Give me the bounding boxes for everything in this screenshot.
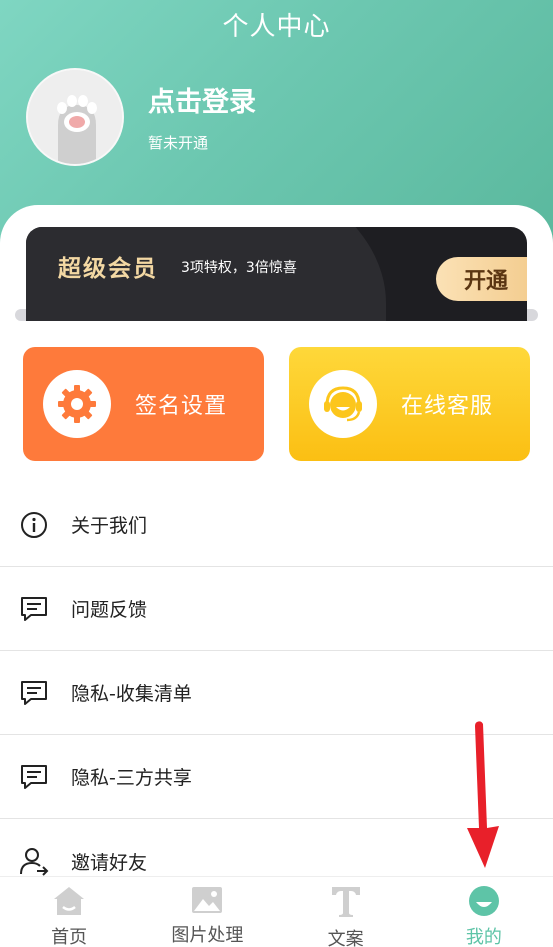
comment-icon: [19, 594, 49, 624]
tile-label: 在线客服: [401, 394, 494, 419]
avatar[interactable]: [26, 68, 124, 166]
red-arrow-annotation: [467, 721, 499, 868]
membership-status: 暂未开通: [148, 134, 209, 152]
tab-label: 文案: [327, 929, 364, 947]
image-icon: [190, 885, 224, 915]
menu-item-about[interactable]: 关于我们: [0, 483, 553, 567]
comment-icon: [19, 762, 49, 792]
cat-paw-icon: [28, 70, 122, 164]
text-icon: [329, 885, 363, 919]
login-link[interactable]: 点击登录: [148, 80, 256, 119]
headset-icon: [309, 370, 377, 438]
menu-label: 隐私-收集清单: [71, 683, 192, 705]
tab-home[interactable]: 首页: [0, 877, 138, 947]
home-icon: [52, 885, 86, 917]
vip-description: 3项特权，3倍惊喜: [181, 260, 297, 276]
bottom-tab-bar: 首页 图片处理 文案 我的: [0, 876, 553, 947]
menu-label: 隐私-三方共享: [71, 767, 192, 789]
tab-image-processing[interactable]: 图片处理: [138, 877, 276, 947]
vip-title: 超级会员: [58, 256, 158, 282]
tab-label: 图片处理: [171, 925, 244, 946]
signature-settings-tile[interactable]: 签名设置: [23, 347, 264, 461]
gear-icon: [43, 370, 111, 438]
tab-label: 我的: [465, 927, 502, 947]
menu-label: 关于我们: [71, 515, 148, 537]
tab-mine[interactable]: 我的: [415, 877, 553, 947]
tab-copywriting[interactable]: 文案: [277, 877, 415, 947]
info-icon: [19, 510, 49, 540]
smile-icon: [467, 885, 501, 917]
vip-banner[interactable]: 超级会员 3项特权，3倍惊喜 开通: [26, 227, 527, 321]
tab-label: 首页: [51, 927, 88, 947]
page-title: 个人中心: [222, 12, 331, 42]
tile-label: 签名设置: [135, 394, 228, 419]
menu-item-feedback[interactable]: 问题反馈: [0, 567, 553, 651]
vip-open-button[interactable]: 开通: [436, 257, 527, 301]
comment-icon: [19, 678, 49, 708]
online-service-tile[interactable]: 在线客服: [289, 347, 530, 461]
menu-label: 邀请好友: [71, 851, 148, 874]
user-invite-icon: [19, 846, 49, 876]
menu-label: 问题反馈: [71, 599, 148, 621]
